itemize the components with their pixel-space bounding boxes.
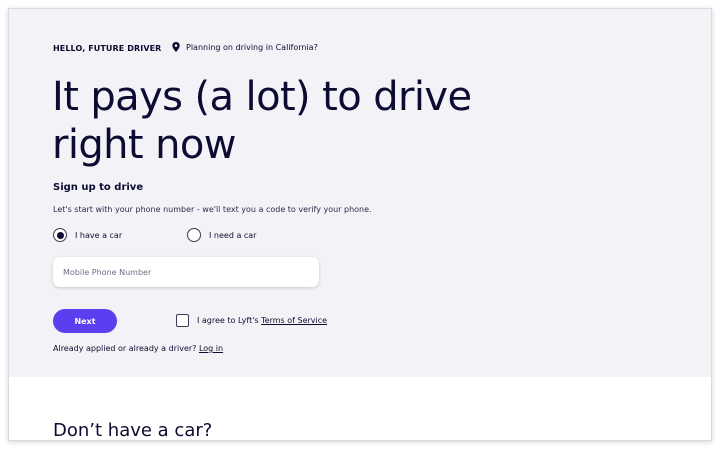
terms-agreement: I agree to Lyft's Terms of Service xyxy=(176,314,327,327)
terms-label: I agree to Lyft's Terms of Service xyxy=(197,316,327,325)
location-prompt[interactable]: Planning on driving in California? xyxy=(172,42,318,52)
map-pin-icon xyxy=(172,42,180,52)
already-applied-label: Already applied or already a driver? xyxy=(53,344,199,353)
next-button[interactable]: Next xyxy=(53,309,117,333)
signup-subheading: Sign up to drive xyxy=(53,182,144,193)
login-link[interactable]: Log in xyxy=(199,344,223,353)
radio-have-car[interactable]: I have a car xyxy=(53,228,122,242)
radio-have-car-circle[interactable] xyxy=(53,228,67,242)
terms-label-prefix: I agree to Lyft's xyxy=(197,316,262,325)
browser-viewport: HELLO, FUTURE DRIVER Planning on driving… xyxy=(8,8,712,441)
location-text: Planning on driving in California? xyxy=(186,42,318,52)
radio-need-car[interactable]: I need a car xyxy=(187,228,256,242)
terms-of-service-link[interactable]: Terms of Service xyxy=(261,316,327,325)
phone-number-input[interactable] xyxy=(53,257,319,287)
no-car-heading: Don’t have a car? xyxy=(53,420,213,441)
no-car-section: Don’t have a car? xyxy=(9,377,711,441)
hero-section: HELLO, FUTURE DRIVER Planning on driving… xyxy=(9,9,711,377)
signup-helper-text: Let's start with your phone number - we'… xyxy=(53,205,372,214)
eyebrow-text: HELLO, FUTURE DRIVER xyxy=(53,44,162,53)
radio-need-car-label: I need a car xyxy=(209,230,257,240)
radio-have-car-label: I have a car xyxy=(75,230,123,240)
already-applied-text: Already applied or already a driver? Log… xyxy=(53,344,223,353)
radio-need-car-circle[interactable] xyxy=(187,228,201,242)
terms-checkbox[interactable] xyxy=(176,314,189,327)
page-headline: It pays (a lot) to drive right now xyxy=(52,74,472,168)
radio-selected-dot xyxy=(56,231,64,239)
